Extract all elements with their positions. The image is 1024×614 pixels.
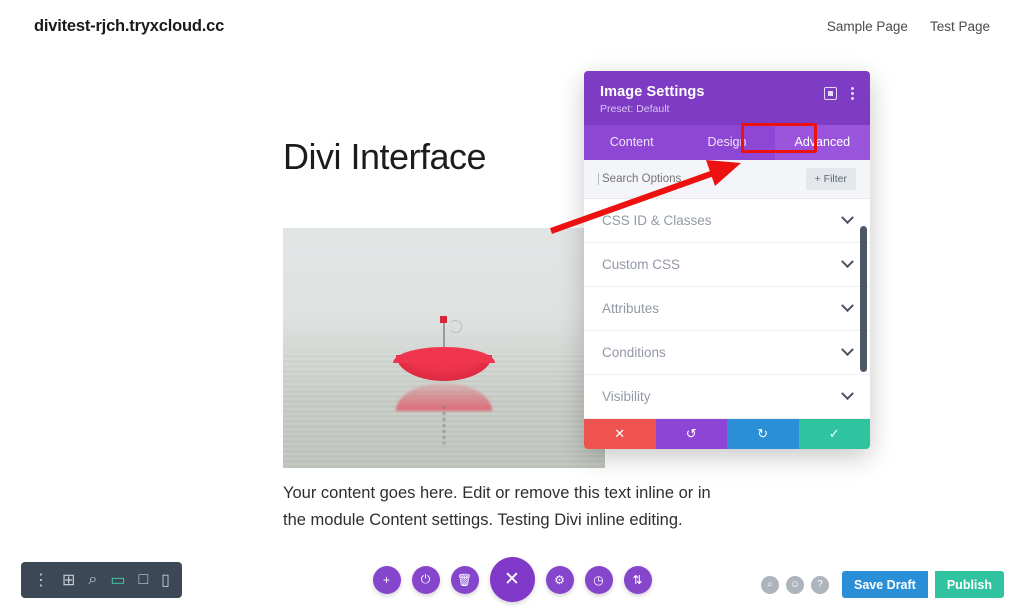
nav-link-test-page[interactable]: Test Page (930, 19, 990, 34)
history-icon[interactable]: ◷ (584, 565, 613, 594)
add-icon[interactable]: + (372, 565, 401, 594)
modal-tabs: Content Design Advanced (584, 123, 870, 160)
filter-button[interactable]: + Filter (805, 168, 856, 190)
search-row: + Filter (584, 160, 870, 199)
expand-icon[interactable] (824, 87, 837, 100)
modal-title: Image Settings (600, 84, 705, 100)
tab-advanced[interactable]: Advanced (774, 125, 870, 160)
modal-action-bar: ✕ ↺ ↻ ✓ (584, 419, 870, 449)
section-css-id-classes[interactable]: CSS ID & Classes (584, 199, 870, 243)
search-input[interactable] (598, 173, 768, 185)
section-attributes[interactable]: Attributes (584, 287, 870, 331)
help-icon[interactable]: ? (811, 575, 829, 594)
save-button[interactable]: ✓ (798, 419, 870, 449)
chevron-down-icon (841, 211, 854, 225)
tab-design[interactable]: Design (679, 125, 774, 160)
site-title: divitest-rjch.tryxcloud.cc (34, 16, 225, 35)
close-icon[interactable]: ✕ (489, 557, 535, 602)
handle-reflection (442, 405, 446, 444)
browser-page: divitest-rjch.tryxcloud.cc Sample Page T… (0, 0, 1024, 614)
advanced-sections-list: CSS ID & Classes Custom CSS Attributes C… (584, 199, 870, 419)
site-nav: Sample Page Test Page (827, 19, 990, 34)
image-settings-modal: Image Settings Preset: Default Content D… (584, 71, 870, 449)
section-custom-css[interactable]: Custom CSS (584, 243, 870, 287)
account-icon[interactable]: ☺ (786, 575, 804, 594)
chevron-down-icon (841, 387, 854, 401)
chevron-down-icon (841, 255, 854, 269)
site-header: divitest-rjch.tryxcloud.cc Sample Page T… (0, 0, 1024, 52)
section-visibility[interactable]: Visibility (584, 375, 870, 419)
trash-icon[interactable]: 🗑 (450, 565, 479, 594)
modal-header[interactable]: Image Settings Preset: Default (584, 71, 870, 125)
sort-icon[interactable]: ⇅ (623, 565, 652, 594)
publish-button[interactable]: Publish (934, 571, 1004, 598)
section-conditions[interactable]: Conditions (584, 331, 870, 375)
umbrella-tip (440, 315, 447, 323)
kebab-menu-icon[interactable] (851, 87, 854, 100)
search-icon[interactable]: ⌕ (761, 575, 779, 594)
nav-link-sample-page[interactable]: Sample Page (827, 19, 908, 34)
section-label: Custom CSS (602, 257, 681, 272)
chevron-down-icon (841, 299, 854, 313)
publish-controls: ⌕ ☺ ? Save Draft Publish (761, 571, 1004, 598)
settings-icon[interactable]: ⚙ (545, 565, 574, 594)
modal-scrollbar[interactable] (860, 226, 867, 372)
modal-preset-selector[interactable]: Preset: Default (600, 103, 705, 115)
section-label: Conditions (602, 345, 666, 360)
tab-content[interactable]: Content (584, 125, 679, 160)
image-module[interactable] (283, 228, 605, 468)
umbrella-hook (448, 320, 462, 334)
save-draft-button[interactable]: Save Draft (842, 571, 928, 598)
body-text[interactable]: Your content goes here. Edit or remove t… (283, 480, 725, 533)
chevron-down-icon (841, 343, 854, 357)
modal-header-icons (824, 84, 854, 100)
section-label: Visibility (602, 389, 651, 404)
redo-button[interactable]: ↻ (727, 419, 799, 449)
cancel-button[interactable]: ✕ (584, 419, 656, 449)
power-icon[interactable]: ⏻ (411, 565, 440, 594)
section-label: Attributes (602, 301, 660, 316)
section-label: CSS ID & Classes (602, 213, 712, 228)
undo-button[interactable]: ↺ (655, 419, 727, 449)
